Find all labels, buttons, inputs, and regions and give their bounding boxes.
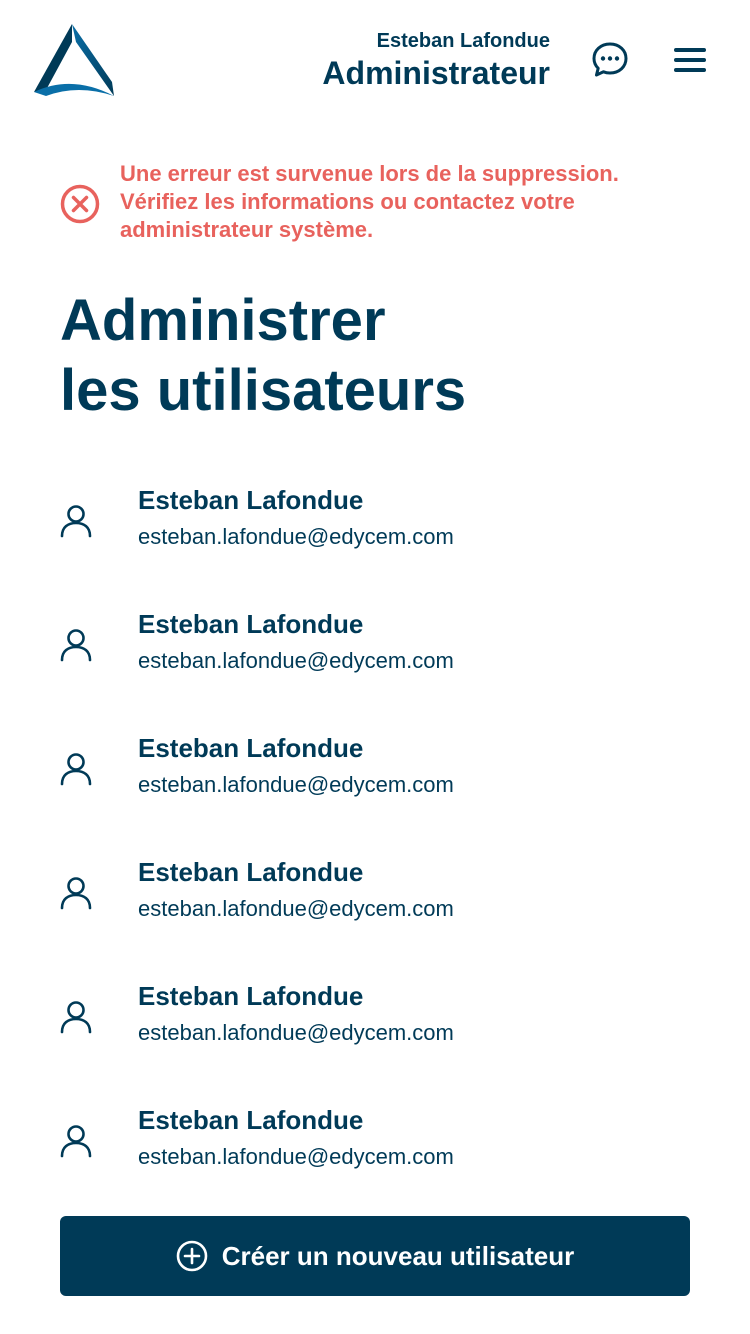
list-item[interactable]: Esteban Lafondue esteban.lafondue@edycem… [60,480,700,604]
user-email: esteban.lafondue@edycem.com [138,896,454,921]
hamburger-menu-icon[interactable] [672,44,708,76]
list-item[interactable]: Esteban Lafondue esteban.lafondue@edycem… [60,604,700,728]
current-user: Esteban Lafondue Administrateur [322,30,550,92]
page-title-line1: Administrer [60,288,386,353]
list-item[interactable]: Esteban Lafondue esteban.lafondue@edycem… [60,1100,700,1224]
user-name: Esteban Lafondue [138,733,364,763]
user-list: Esteban Lafondue esteban.lafondue@edycem… [60,480,700,1224]
user-icon [60,505,92,538]
chat-bubble-icon[interactable] [590,40,630,80]
current-user-role: Administrateur [322,55,550,91]
user-icon [60,1001,92,1034]
app-logo[interactable] [32,22,116,98]
user-name: Esteban Lafondue [138,485,364,515]
user-email: esteban.lafondue@edycem.com [138,648,454,673]
user-name: Esteban Lafondue [138,857,364,887]
user-email: esteban.lafondue@edycem.com [138,772,454,797]
user-name: Esteban Lafondue [138,609,364,639]
user-email: esteban.lafondue@edycem.com [138,1020,454,1045]
list-item[interactable]: Esteban Lafondue esteban.lafondue@edycem… [60,728,700,852]
user-name: Esteban Lafondue [138,1105,364,1135]
user-icon [60,1125,92,1158]
user-name: Esteban Lafondue [138,981,364,1011]
user-icon [60,629,92,662]
page-title-line2: les utilisateurs [60,358,467,423]
list-item[interactable]: Esteban Lafondue esteban.lafondue@edycem… [60,976,700,1100]
plus-circle-icon [176,1240,208,1272]
list-item[interactable]: Esteban Lafondue esteban.lafondue@edycem… [60,852,700,976]
create-user-button[interactable]: Créer un nouveau utilisateur [60,1216,690,1296]
user-icon [60,877,92,910]
current-user-name: Esteban Lafondue [376,30,550,52]
error-message: Une erreur est survenue lors de la suppr… [120,161,619,242]
error-x-circle-icon [60,184,100,224]
user-email: esteban.lafondue@edycem.com [138,524,454,549]
admin-users-page: Esteban Lafondue Administrateur Une erre… [0,0,750,1334]
user-icon [60,753,92,786]
user-email: esteban.lafondue@edycem.com [138,1144,454,1169]
create-user-label: Créer un nouveau utilisateur [221,1240,575,1271]
page-title: Administrer les utilisateurs [60,286,700,426]
